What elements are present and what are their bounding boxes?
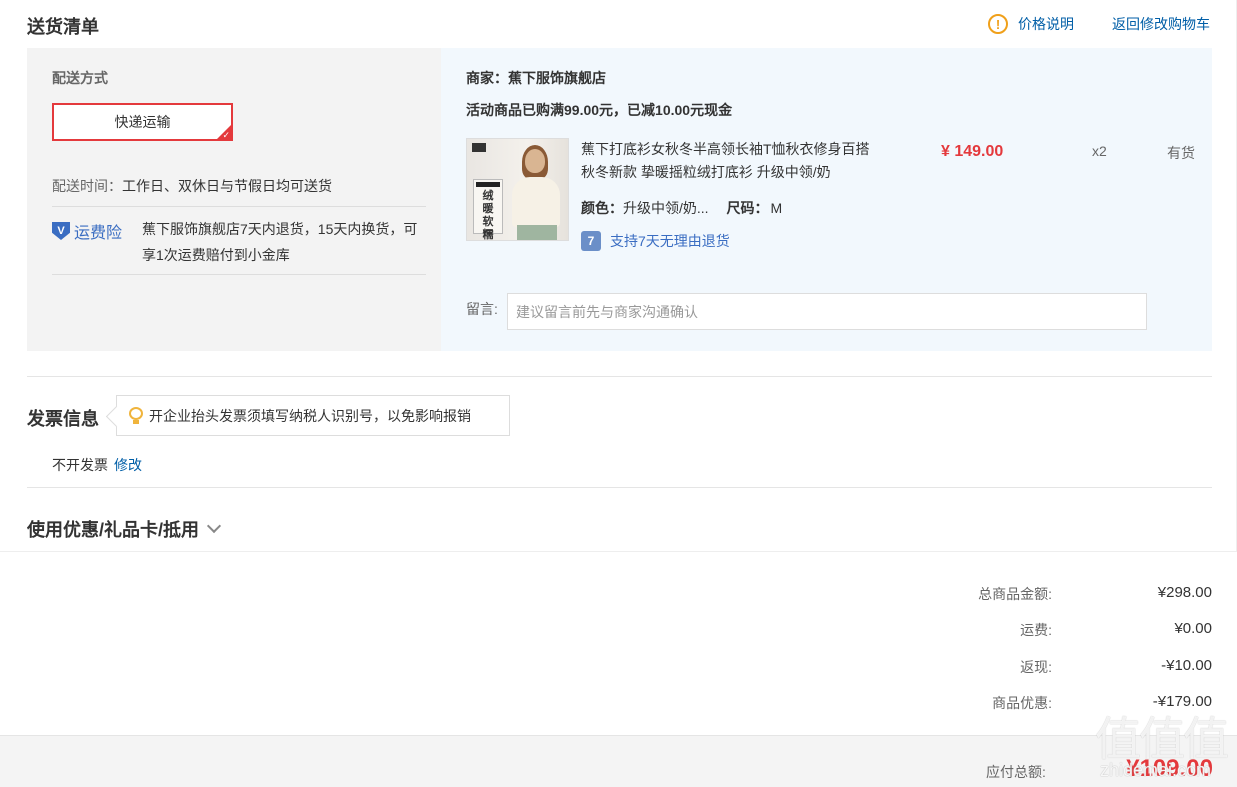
seven-day-return-icon: 7 xyxy=(581,231,601,251)
insurance-text: 蕉下服饰旗舰店7天内退货，15天内换货，可享1次运费赔付到小金库 xyxy=(142,221,418,263)
summary-value: ¥0.00 xyxy=(1174,620,1212,637)
delivery-title: 送货清单 xyxy=(27,17,99,37)
package-bar xyxy=(476,182,500,187)
time-value: 工作日、双休日与节假日均可送货 xyxy=(122,178,332,194)
invoice-edit-link[interactable]: 修改 xyxy=(114,457,142,473)
model-skirt xyxy=(517,225,557,240)
model-head xyxy=(525,149,545,173)
package-label: 绒暖软糯 xyxy=(473,179,503,240)
summary-row: 总商品金额: ¥298.00 xyxy=(932,584,1212,604)
shipping-box: 配送方式 快递运输 ✓ 配送时间：工作日、双休日与节假日均可送货 V 运费险 蕉… xyxy=(27,48,1212,351)
insurance-label: 运费险 xyxy=(74,225,123,242)
delivery-time: 配送时间：工作日、双休日与节假日均可送货 xyxy=(52,176,332,196)
size-value: M xyxy=(770,200,783,216)
summary-label: 商品优惠: xyxy=(992,695,1052,711)
invoice-tip-text: 开企业抬头发票须填写纳税人识别号，以免影响报销 xyxy=(149,407,471,424)
shipping-method-panel: 配送方式 快递运输 ✓ 配送时间：工作日、双休日与节假日均可送货 V 运费险 蕉… xyxy=(27,48,441,351)
product-thumbnail[interactable]: 绒暖软糯 xyxy=(466,138,569,241)
shield-icon: V xyxy=(52,222,70,240)
divider xyxy=(27,487,1212,488)
bulb-globe xyxy=(129,406,143,420)
summary-value: ¥298.00 xyxy=(1157,584,1212,601)
total-bar: 应付总额: ¥109.00 xyxy=(0,735,1237,787)
order-card: 送货清单 ! 价格说明 返回修改购物车 配送方式 快递运输 ✓ 配送时间：工作日… xyxy=(0,0,1237,552)
top-links: ! 价格说明 返回修改购物车 xyxy=(988,14,1210,34)
product-panel: 商家：蕉下服饰旗舰店 活动商品已购满99.00元，已减10.00元现金 绒暖软糯… xyxy=(441,48,1212,351)
summary-row: 返现: -¥10.00 xyxy=(932,657,1212,677)
summary-value: -¥10.00 xyxy=(1161,657,1212,674)
check-icon: ✓ xyxy=(222,130,230,140)
shipping-insurance: V 运费险 蕉下服饰旗舰店7天内退货，15天内换货，可享1次运费赔付到小金库 xyxy=(52,206,426,275)
invoice-value: 不开发票 修改 xyxy=(52,455,142,475)
summary-label: 返现: xyxy=(1020,659,1052,675)
stock-status: 有货 xyxy=(1167,145,1195,161)
promo-text: 活动商品已购满99.00元，已减10.00元现金 xyxy=(466,102,733,118)
color-label: 颜色： xyxy=(581,200,623,216)
divider xyxy=(27,376,1212,377)
exclamation-icon: ! xyxy=(988,14,1008,34)
product-title[interactable]: 蕉下打底衫女秋冬半高领长袖T恤秋衣修身百搭 秋冬新款 挚暖摇粒绒打底衫 升级中领… xyxy=(581,138,881,184)
total-label: 应付总额: xyxy=(986,764,1046,780)
lightbulb-icon xyxy=(129,406,143,425)
method-label: 配送方式 xyxy=(52,70,108,86)
return-policy-text: 支持7天无理由退货 xyxy=(610,233,730,249)
bulb-base xyxy=(133,419,139,424)
price-note-link[interactable]: 价格说明 xyxy=(1018,14,1074,34)
coupon-toggle[interactable]: 使用优惠/礼品卡/抵用 xyxy=(27,516,222,542)
product-quantity: x2 xyxy=(1092,143,1107,159)
summary-label: 总商品金额: xyxy=(978,586,1052,602)
invoice-tip: 开企业抬头发票须填写纳税人识别号，以免影响报销 xyxy=(116,395,510,436)
product-price: ¥ 149.00 xyxy=(941,143,1004,160)
brand-logo-icon xyxy=(472,143,486,152)
back-to-cart-link[interactable]: 返回修改购物车 xyxy=(1112,14,1210,34)
insurance-badge[interactable]: V 运费险 xyxy=(52,219,122,243)
return-policy[interactable]: 7 支持7天无理由退货 xyxy=(581,231,730,251)
coupon-title: 使用优惠/礼品卡/抵用 xyxy=(27,520,200,540)
color-value: 升级中领/奶... xyxy=(623,200,709,216)
model-body xyxy=(512,177,560,227)
summary-label: 运费: xyxy=(1020,622,1052,638)
size-label: 尺码： xyxy=(726,200,769,216)
product-attributes: 颜色：升级中领/奶... 尺码： M xyxy=(581,198,782,218)
invoice-status: 不开发票 xyxy=(52,457,108,473)
chevron-down-icon xyxy=(206,518,222,534)
watermark-url: zhidemai.com xyxy=(1099,760,1211,780)
message-input[interactable] xyxy=(507,293,1147,330)
invoice-title: 发票信息 xyxy=(27,409,99,429)
method-value: 快递运输 xyxy=(114,114,171,130)
message-label: 留言: xyxy=(466,301,498,317)
time-label: 配送时间： xyxy=(52,178,122,194)
thumb-text: 绒暖软糯 xyxy=(482,190,494,241)
express-method-button[interactable]: 快递运输 ✓ xyxy=(52,103,233,141)
shop-name: 商家：蕉下服饰旗舰店 xyxy=(466,70,606,86)
summary-row: 运费: ¥0.00 xyxy=(932,620,1212,640)
